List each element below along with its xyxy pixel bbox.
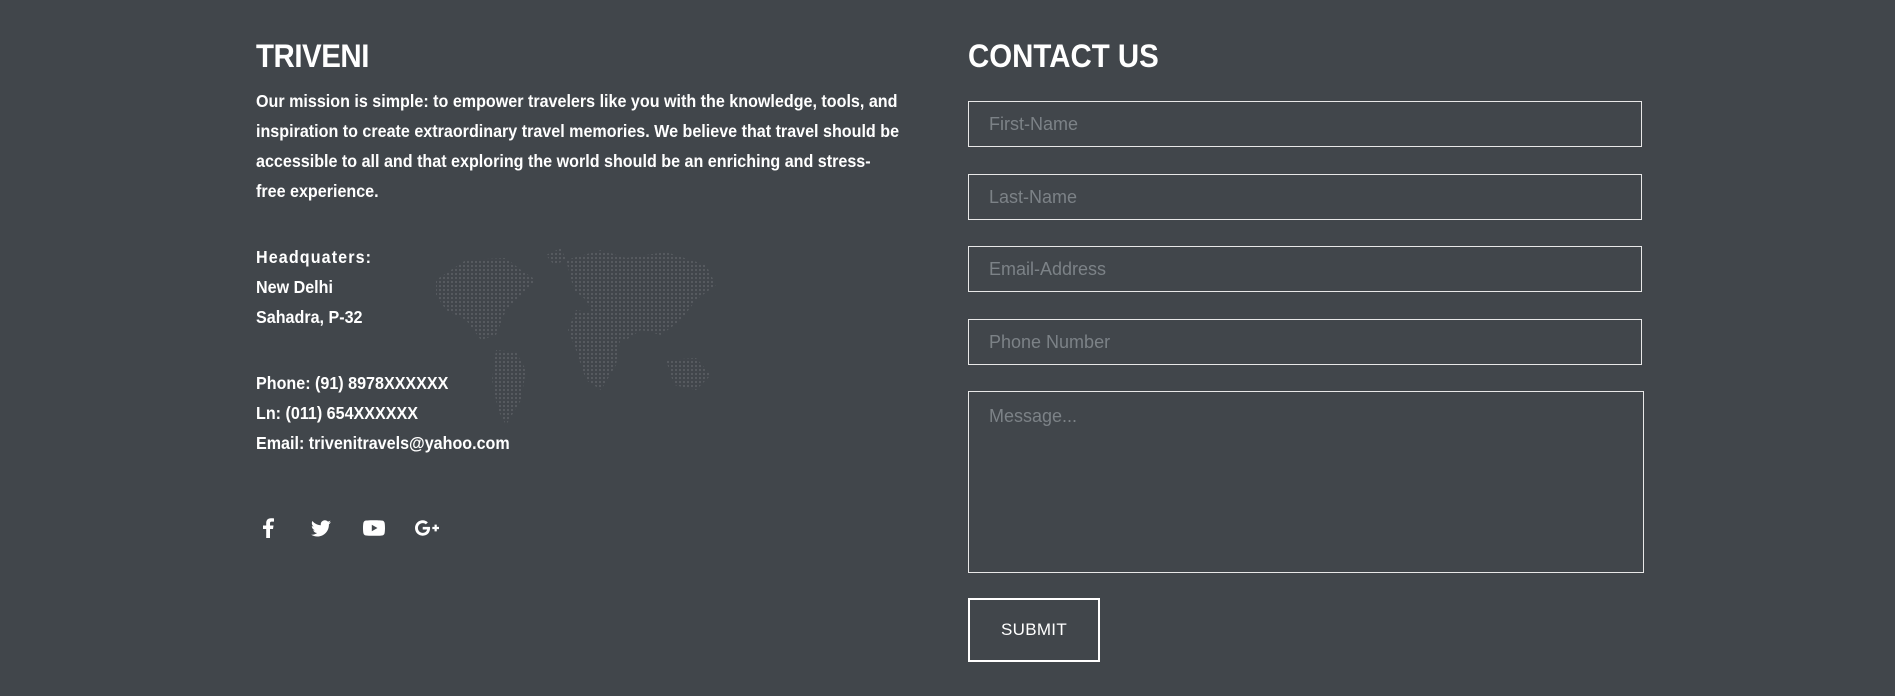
submit-button[interactable]: SUBMIT — [968, 598, 1100, 662]
email-field[interactable] — [968, 246, 1642, 292]
facebook-link[interactable] — [256, 516, 280, 540]
hq-city: New Delhi — [256, 277, 333, 297]
twitter-link[interactable] — [309, 516, 333, 540]
contact-details: Phone: (91) 8978XXXXXX Ln: (011) 654XXXX… — [256, 368, 510, 458]
google-plus-link[interactable] — [415, 516, 439, 540]
mission-text: Our mission is simple: to empower travel… — [256, 91, 900, 201]
phone-text: Phone: (91) 8978XXXXXX — [256, 373, 449, 393]
first-name-field[interactable] — [968, 101, 1642, 147]
social-links — [256, 516, 468, 540]
landline-text: Ln: (011) 654XXXXXX — [256, 403, 418, 423]
youtube-link[interactable] — [362, 516, 386, 540]
contact-title: CONTACT US — [968, 38, 1159, 74]
facebook-icon — [263, 518, 274, 538]
hq-address: Sahadra, P-32 — [256, 307, 363, 327]
about-section: TRIVENI Our mission is simple: to empowe… — [256, 36, 936, 538]
twitter-icon — [311, 519, 331, 536]
hq-label: Headquaters: — [256, 247, 373, 267]
email-text: Email: trivenitravels@yahoo.com — [256, 433, 510, 453]
brand-title: TRIVENI — [256, 38, 369, 74]
footer: TRIVENI Our mission is simple: to empowe… — [0, 0, 1895, 696]
youtube-icon — [363, 520, 385, 536]
contact-form-section: CONTACT US SUBMIT — [968, 36, 1644, 662]
phone-field[interactable] — [968, 319, 1642, 365]
address-block: Headquaters: New Delhi Sahadra, P-32 — [256, 242, 372, 332]
last-name-field[interactable] — [968, 174, 1642, 220]
message-field[interactable] — [968, 391, 1644, 573]
google-plus-icon — [415, 520, 439, 536]
